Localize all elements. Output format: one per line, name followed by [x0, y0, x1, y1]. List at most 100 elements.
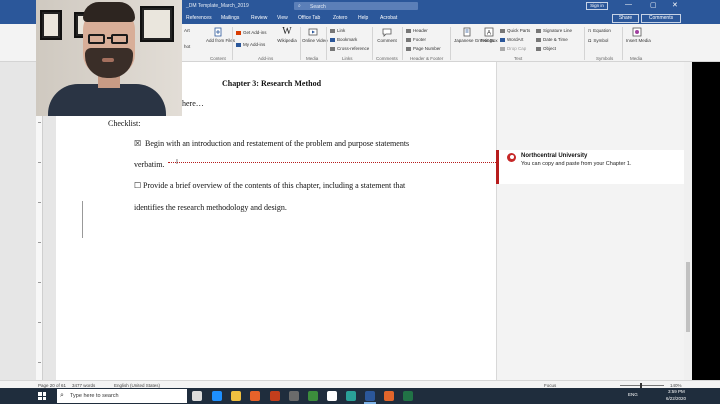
- intro-text: here…: [182, 99, 204, 108]
- app-icon[interactable]: [346, 391, 356, 401]
- chrome-icon[interactable]: [327, 391, 337, 401]
- zoom-slider[interactable]: [620, 384, 664, 386]
- vertical-scrollbar[interactable]: [684, 62, 692, 380]
- wordart-button[interactable]: WordArt: [500, 37, 523, 42]
- tab-office-tab[interactable]: Office Tab: [298, 15, 320, 21]
- text-box-icon: A: [484, 27, 494, 37]
- active-app-indicator: [364, 402, 376, 404]
- object-button[interactable]: Object: [536, 46, 556, 51]
- scrollbar-thumb[interactable]: [686, 262, 690, 332]
- search-box[interactable]: ⌕ Search: [294, 2, 418, 10]
- header-button[interactable]: Header: [406, 28, 428, 33]
- wall-picture-frame: [140, 6, 174, 42]
- new-comment-button[interactable]: Comment: [374, 27, 400, 43]
- tab-help[interactable]: Help: [358, 15, 368, 21]
- smartart-partial[interactable]: Art: [184, 28, 190, 33]
- picture-art: [44, 14, 58, 36]
- screenshot-partial[interactable]: hot: [184, 44, 190, 49]
- app-icon[interactable]: [384, 391, 394, 401]
- date-time-button[interactable]: Date & Time: [536, 37, 568, 42]
- windows-logo-pane: [42, 396, 46, 400]
- page-number-button[interactable]: Page Number: [406, 46, 441, 51]
- add-from-files-button[interactable]: Add from Files: [206, 27, 235, 43]
- input-language[interactable]: ENG: [628, 392, 638, 397]
- sign-in-button[interactable]: Sign in: [586, 2, 608, 10]
- tab-review[interactable]: Review: [251, 15, 267, 21]
- comment-card[interactable]: Northcentral University You can copy and…: [496, 150, 684, 184]
- equation-button[interactable]: π Equation: [588, 28, 611, 33]
- taskbar-search[interactable]: ⌕ Type here to search: [57, 389, 187, 403]
- greetings-icon: [463, 27, 471, 37]
- windows-start-icon[interactable]: [38, 392, 46, 400]
- comment-author: Northcentral University: [521, 153, 588, 159]
- zoom-level[interactable]: 140%: [670, 383, 682, 388]
- footer-button[interactable]: Footer: [406, 37, 426, 42]
- tab-zotero[interactable]: Zotero: [333, 15, 347, 21]
- text-box-button[interactable]: A Text Box: [480, 27, 498, 43]
- ruler-tick: [38, 242, 41, 243]
- windows-logo-pane: [38, 392, 42, 396]
- insert-media-button[interactable]: Insert Media: [626, 27, 651, 43]
- link-button[interactable]: Link: [330, 28, 345, 33]
- task-view-icon[interactable]: [192, 391, 202, 401]
- ribbon-divider: [622, 27, 623, 60]
- app-icon[interactable]: [308, 391, 318, 401]
- ribbon-divider: [372, 27, 373, 60]
- signature-icon: [536, 28, 541, 33]
- cross-reference-button[interactable]: Cross-reference: [330, 46, 369, 51]
- close-button[interactable]: ✕: [672, 1, 678, 9]
- minimize-button[interactable]: —: [625, 1, 632, 8]
- ruler-tick: [38, 322, 41, 323]
- focus-mode-button[interactable]: Focus: [544, 383, 556, 388]
- symbol-button[interactable]: Ω Symbol: [588, 38, 608, 43]
- share-button[interactable]: Share: [612, 14, 639, 23]
- checklist-checkbox-unchecked[interactable]: ☐: [134, 181, 141, 190]
- japanese-greetings-button[interactable]: Japanese Greetings: [454, 27, 494, 43]
- online-video-button[interactable]: Online Video: [302, 27, 328, 43]
- app-icon[interactable]: [250, 391, 260, 401]
- file-add-icon: [214, 27, 222, 37]
- symbol-label: Symbol: [593, 38, 609, 43]
- drop-cap-label: Drop Cap: [507, 46, 527, 51]
- wikipedia-button[interactable]: W Wikipedia: [275, 27, 299, 44]
- powerpoint-icon[interactable]: [270, 391, 280, 401]
- word-count[interactable]: 3477 words: [72, 383, 95, 388]
- get-addins-button[interactable]: Get Add-ins: [236, 30, 267, 35]
- tab-references[interactable]: References: [186, 15, 212, 21]
- quick-parts-button[interactable]: Quick Parts: [500, 28, 530, 33]
- page-count[interactable]: Page 20 of 61: [38, 383, 66, 388]
- comments-button[interactable]: Comments: [641, 14, 681, 23]
- document-title: _DM Template_March_2019: [186, 3, 249, 9]
- footer-icon: [406, 37, 411, 42]
- insert-media-label: Insert Media: [626, 38, 651, 43]
- comment-icon: [382, 28, 392, 37]
- wall-picture-frame: [40, 10, 62, 40]
- excel-icon[interactable]: [403, 391, 413, 401]
- share-label: Share: [618, 15, 633, 21]
- drop-cap-button[interactable]: Drop Cap: [500, 46, 526, 51]
- ribbon-divider: [402, 27, 403, 60]
- search-icon: ⌕: [298, 3, 301, 9]
- zoom-slider-handle[interactable]: [640, 382, 642, 388]
- drop-cap-icon: [500, 46, 505, 51]
- my-addins-button[interactable]: My Add-ins: [236, 42, 265, 47]
- tab-mailings[interactable]: Mailings: [221, 15, 239, 21]
- taskbar: ⌕ Type here to search ENG 3:59 PM 6/22/2…: [0, 388, 720, 404]
- clock-date[interactable]: 6/22/2020: [666, 396, 686, 401]
- bookmark-button[interactable]: Bookmark: [330, 37, 357, 42]
- file-explorer-icon[interactable]: [231, 391, 241, 401]
- clock-time[interactable]: 3:59 PM: [668, 389, 685, 394]
- object-icon: [536, 46, 541, 51]
- language-status[interactable]: English (United States): [114, 383, 160, 388]
- word-icon[interactable]: [365, 391, 375, 401]
- glasses-lens-right: [111, 34, 128, 44]
- signature-line-button[interactable]: Signature Line: [536, 28, 572, 33]
- ruler-tick: [38, 362, 41, 363]
- checklist-checkbox-checked[interactable]: ☒: [134, 139, 141, 148]
- edge-icon[interactable]: [212, 391, 222, 401]
- app-icon[interactable]: [289, 391, 299, 401]
- video-icon: [308, 28, 318, 36]
- tab-view[interactable]: View: [277, 15, 288, 21]
- maximize-button[interactable]: ▢: [650, 1, 657, 9]
- tab-acrobat[interactable]: Acrobat: [380, 15, 397, 21]
